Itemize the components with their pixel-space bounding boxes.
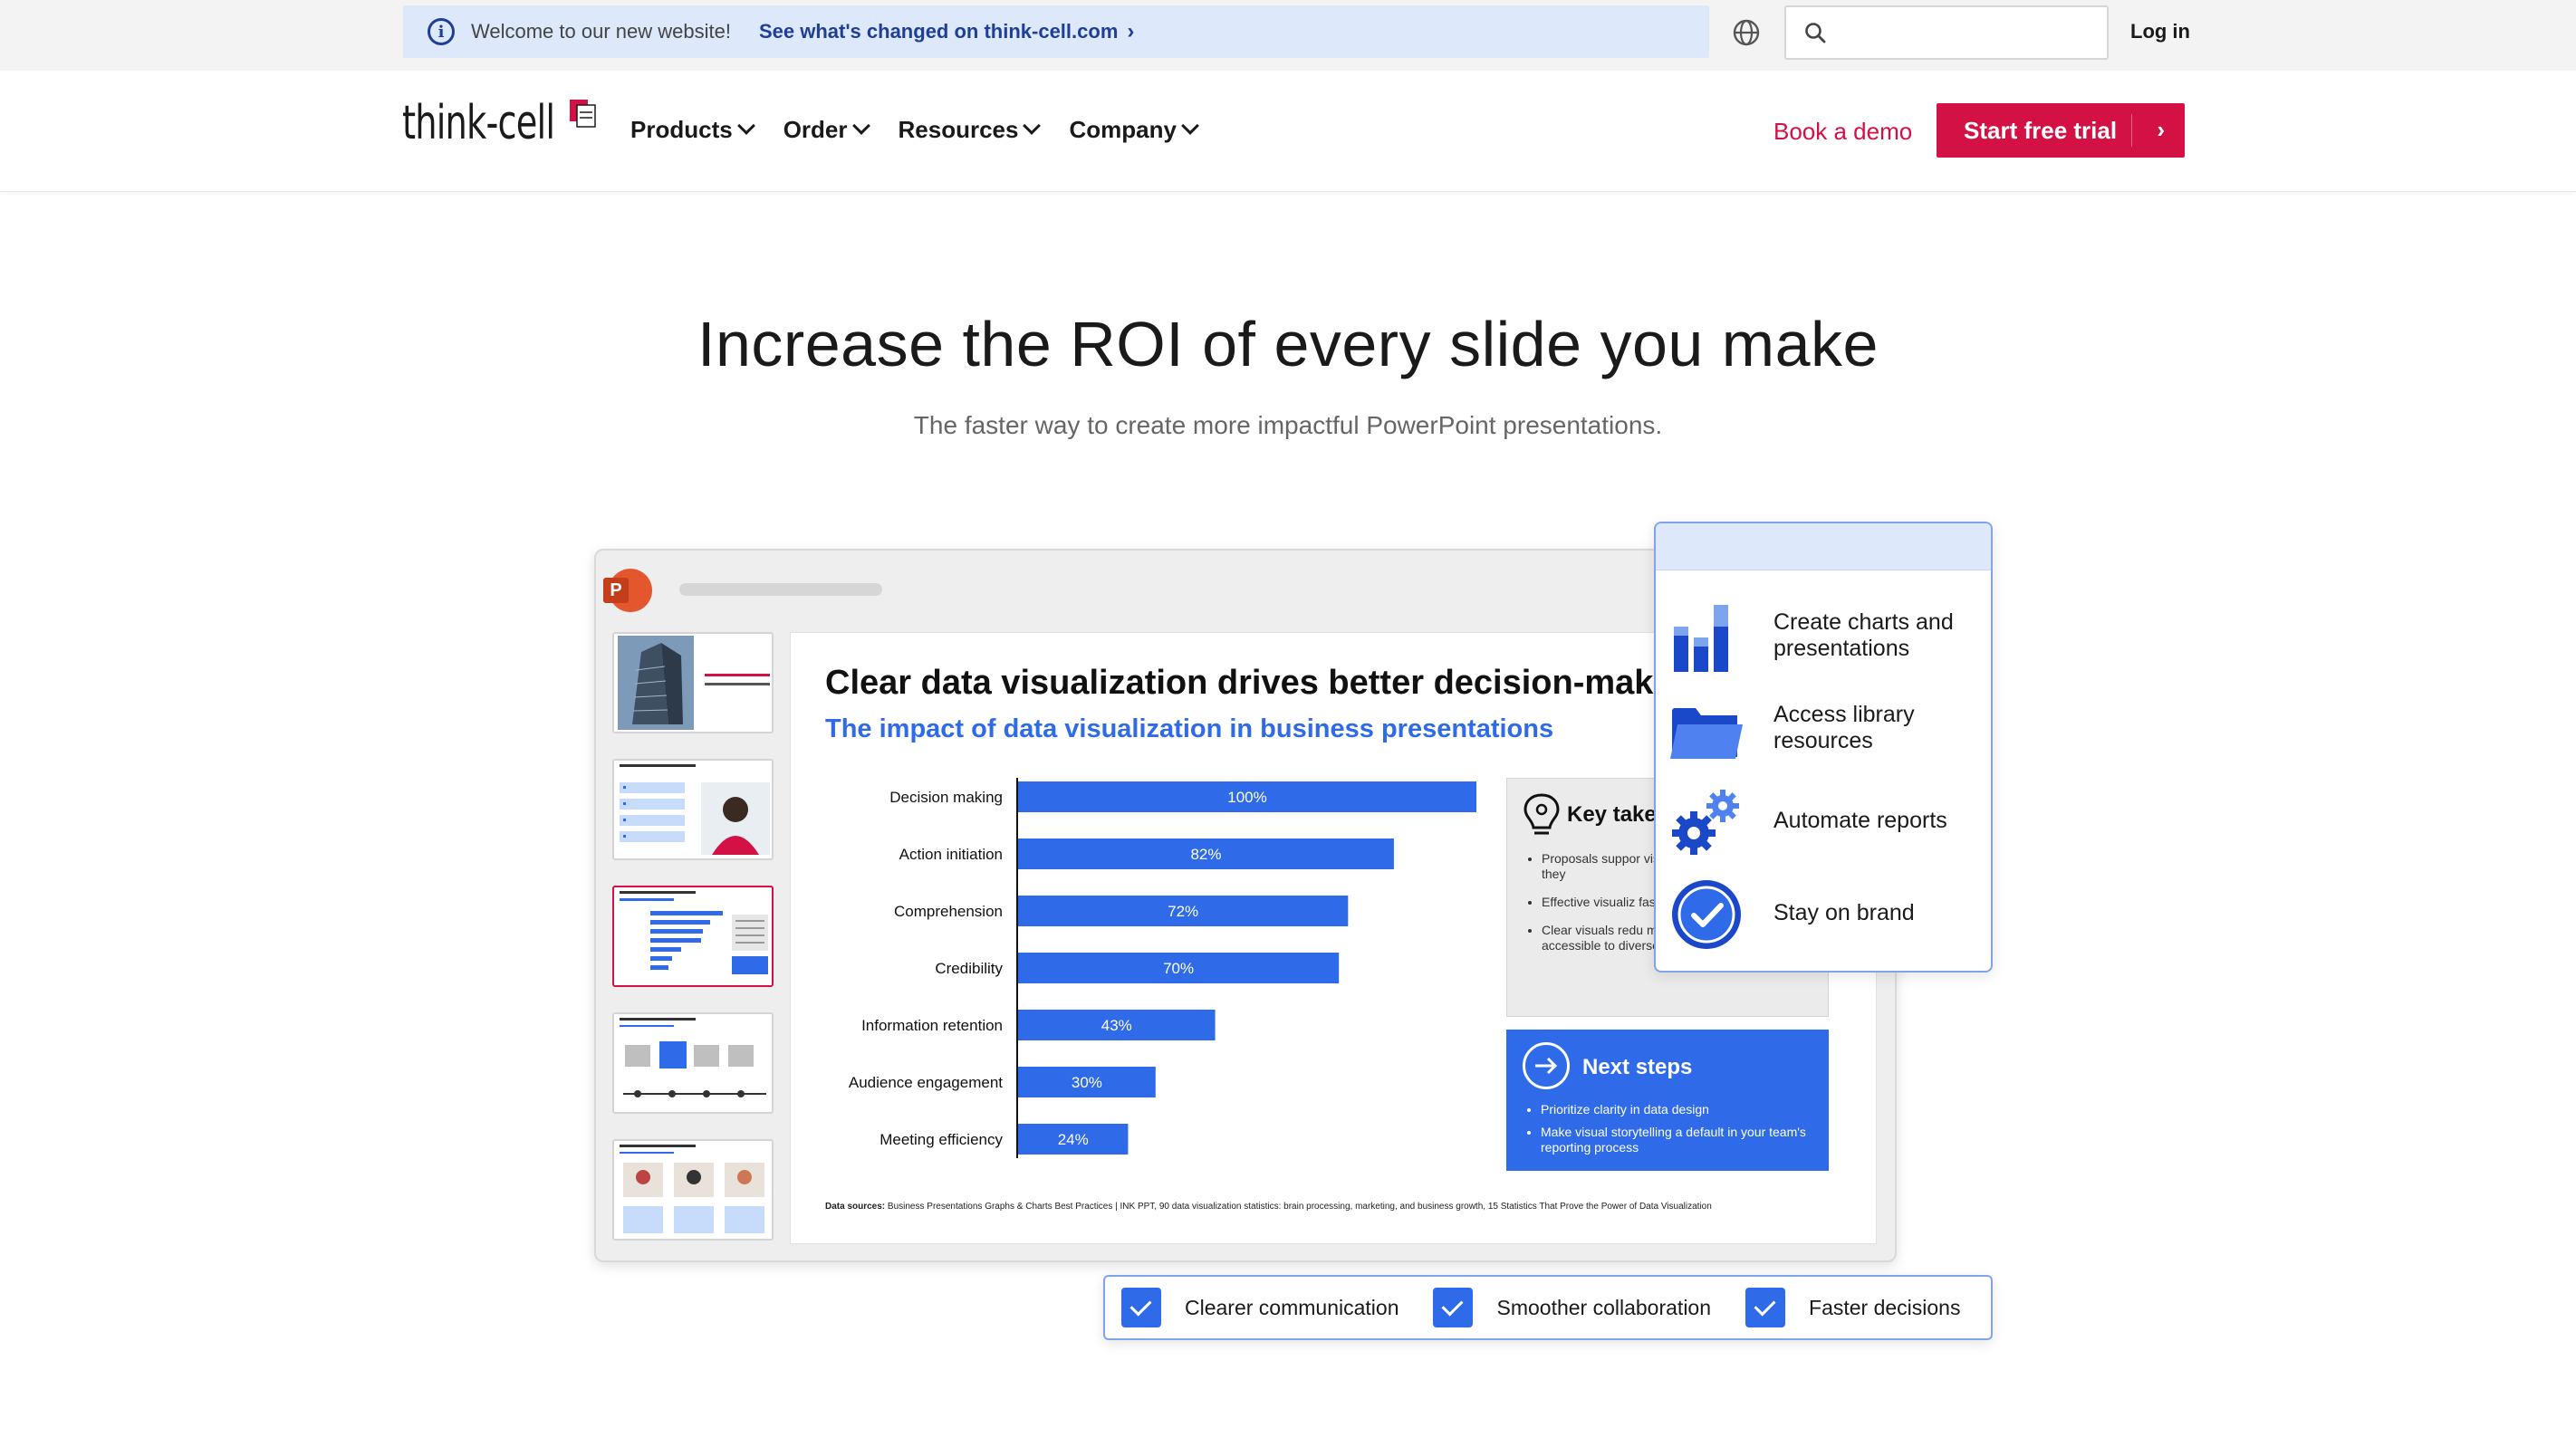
- button-divider: [2131, 114, 2132, 147]
- chevron-right-icon: ›: [1127, 19, 1135, 43]
- nav-resources[interactable]: Resources: [898, 116, 1042, 144]
- main-navigation: think-cell Products Order Resources Comp…: [0, 71, 2576, 192]
- benefit-label: Smoother collaboration: [1496, 1295, 1712, 1319]
- sources-text: Business Presentations Graphs & Charts B…: [885, 1202, 1712, 1212]
- bar-chart-icon: [1674, 605, 1728, 672]
- title-bar-placeholder: [679, 583, 882, 596]
- chart-category-label: Decision making: [889, 789, 1003, 806]
- lightbulb-icon: [1523, 793, 1560, 835]
- chart-category-label: Meeting efficiency: [879, 1131, 1003, 1148]
- badge-check-icon: [1672, 880, 1741, 949]
- next-steps-title: Next steps: [1582, 1055, 1693, 1079]
- chevron-right-icon: ›: [2157, 116, 2165, 143]
- feature-label: Access library resources: [1773, 702, 1915, 753]
- next-step-item: Prioritize clarity in data design: [1541, 1102, 1821, 1117]
- slide-thumbnail-2[interactable]: [612, 759, 774, 860]
- chart-value-label: 72%: [1168, 903, 1198, 920]
- chevron-down-icon: [736, 116, 755, 135]
- chart-value-label: 70%: [1163, 960, 1194, 977]
- search-input[interactable]: [1841, 16, 2094, 49]
- nav-company[interactable]: Company: [1069, 116, 1199, 144]
- next-step-item: Make visual storytelling a default in yo…: [1541, 1125, 1821, 1155]
- chart-value-label: 24%: [1058, 1131, 1089, 1148]
- feature-label: Create charts and presentations: [1773, 609, 1954, 661]
- slide-title: Clear data visualization drives better d…: [825, 664, 1663, 702]
- whats-changed-link[interactable]: See what's changed on think-cell.com: [759, 20, 1118, 43]
- announcement-banner: i Welcome to our new website! See what's…: [403, 5, 1709, 58]
- feature-stay-on-brand: Stay on brand: [1656, 867, 1991, 958]
- nav-menu: Products Order Resources Company: [630, 116, 1227, 144]
- checkbox-checked-icon: [1433, 1288, 1474, 1327]
- logo-mark-icon: [570, 100, 596, 128]
- building-image-icon: [618, 636, 770, 730]
- chart-slide-icon: [620, 891, 768, 974]
- slide-thumbnail-3-selected[interactable]: [612, 886, 774, 987]
- think-cell-logo[interactable]: think-cell: [402, 100, 597, 147]
- feature-access-library: Access library resources: [1656, 683, 1991, 773]
- chart-category-label: Comprehension: [894, 903, 1003, 920]
- chevron-down-icon: [1181, 116, 1199, 135]
- slide-subtitle: The impact of data visualization in busi…: [825, 714, 1554, 743]
- utility-bar: i Welcome to our new website! See what's…: [0, 0, 2576, 71]
- sources-label: Data sources:: [825, 1202, 886, 1212]
- folder-icon: [1670, 708, 1743, 759]
- next-steps-list: Prioritize clarity in data design Make v…: [1541, 1102, 1821, 1163]
- benefits-checklist: Clearer communication Smoother collabora…: [1103, 1275, 1993, 1340]
- chart-category-label: Information retention: [861, 1017, 1003, 1034]
- search-box[interactable]: [1784, 5, 2109, 60]
- features-panel: Create charts and presentations Access l…: [1654, 522, 1993, 973]
- slide-thumbnail-4[interactable]: [612, 1012, 774, 1114]
- start-free-trial-button[interactable]: Start free trial ›: [1937, 103, 2185, 158]
- chevron-down-icon: [1023, 116, 1042, 135]
- timeline-slide-icon: [620, 1018, 766, 1097]
- bar-chart: Decision making 100% Action initiation 82% C…: [849, 778, 1476, 1158]
- chart-value-label: 30%: [1072, 1074, 1102, 1091]
- chart-value-label: 100%: [1227, 789, 1266, 806]
- feature-create-charts: Create charts and presentations: [1656, 590, 1991, 681]
- chart-value-label: 43%: [1101, 1017, 1132, 1034]
- info-icon: i: [428, 18, 455, 45]
- nav-order-label: Order: [783, 116, 848, 143]
- chart-value-label: 82%: [1190, 846, 1221, 863]
- features-panel-header: [1656, 523, 1991, 570]
- checkbox-checked-icon: [1121, 1288, 1161, 1327]
- book-demo-link[interactable]: Book a demo: [1773, 118, 1912, 146]
- globe-icon[interactable]: [1732, 18, 1761, 47]
- login-link[interactable]: Log in: [2130, 20, 2190, 43]
- benefit-item: Faster decisions: [1745, 1288, 1978, 1327]
- gears-icon: [1672, 790, 1739, 855]
- logo-wordmark: think-cell: [402, 96, 555, 150]
- arrow-right-circle-icon: [1523, 1042, 1570, 1089]
- team-slide-icon: [620, 1145, 764, 1233]
- welcome-text: Welcome to our new website!: [471, 20, 731, 43]
- slide-thumbnail-5[interactable]: [612, 1139, 774, 1241]
- hero-subtitle: The faster way to create more impactful …: [913, 411, 1663, 439]
- search-icon: [1805, 23, 1826, 43]
- benefit-item: Smoother collaboration: [1433, 1288, 1729, 1327]
- chart-category-label: Audience engagement: [849, 1074, 1003, 1091]
- benefit-label: Faster decisions: [1809, 1295, 1961, 1319]
- chart-category-label: Credibility: [935, 960, 1003, 977]
- chart-category-label: Action initiation: [899, 846, 1003, 863]
- nav-products-label: Products: [630, 116, 733, 143]
- slide-thumbnail-1[interactable]: [612, 632, 774, 733]
- nav-products[interactable]: Products: [630, 116, 755, 144]
- benefit-item: Clearer communication: [1121, 1288, 1417, 1327]
- feature-label: Automate reports: [1773, 807, 1947, 833]
- next-steps-box: Next steps Prioritize clarity in data de…: [1506, 1030, 1829, 1171]
- start-free-trial-label: Start free trial: [1964, 116, 2118, 144]
- nav-company-label: Company: [1069, 116, 1177, 143]
- data-sources-note: Data sources: Business Presentations Gra…: [825, 1202, 1712, 1212]
- chevron-down-icon: [851, 116, 870, 135]
- powerpoint-icon: P: [603, 569, 652, 612]
- people-slide-icon: [620, 764, 770, 855]
- feature-label: Stay on brand: [1773, 899, 1915, 925]
- benefit-label: Clearer communication: [1185, 1295, 1399, 1319]
- key-takeaways-title: Key take: [1567, 802, 1657, 827]
- nav-resources-label: Resources: [898, 116, 1019, 143]
- checkbox-checked-icon: [1745, 1288, 1786, 1327]
- feature-automate-reports: Automate reports: [1656, 775, 1991, 866]
- hero-title: Increase the ROI of every slide you make: [697, 309, 1879, 379]
- nav-order[interactable]: Order: [783, 116, 870, 144]
